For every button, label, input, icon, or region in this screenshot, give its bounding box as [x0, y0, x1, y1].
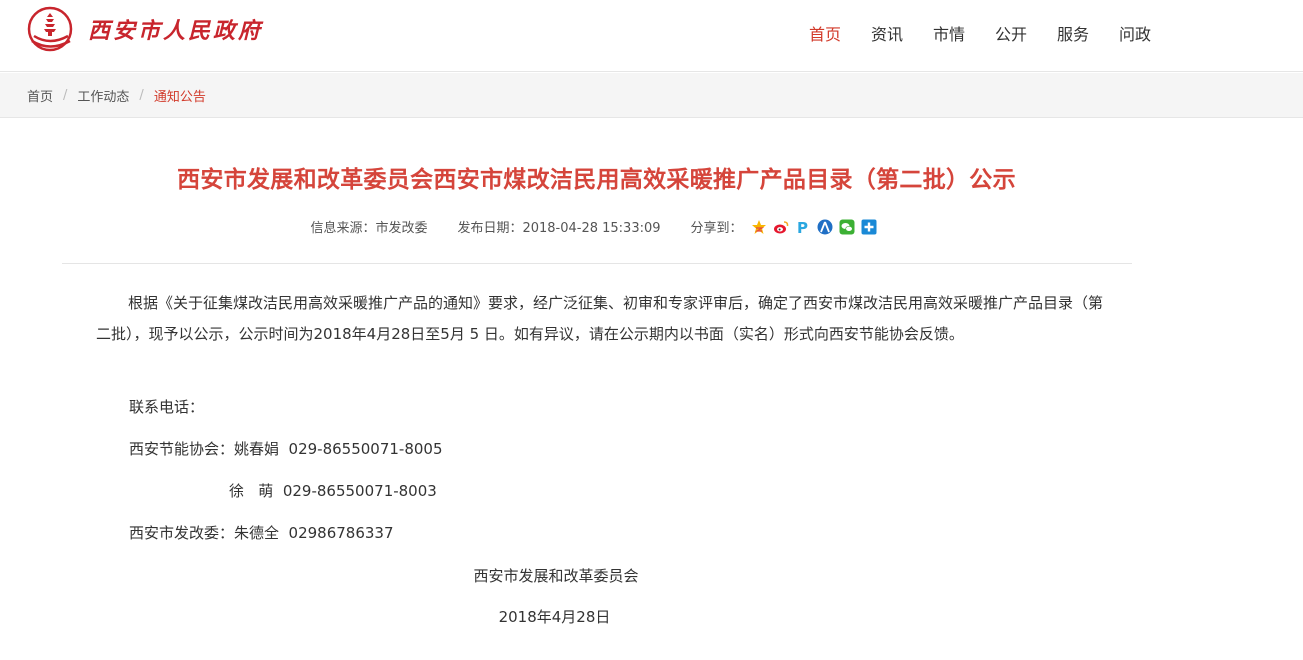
- main-nav: 首页 资讯 市情 公开 服务 问政: [794, 0, 1166, 70]
- breadcrumb-work-news[interactable]: 工作动态: [77, 86, 129, 105]
- article-source: 信息来源：市发改委: [310, 221, 428, 236]
- contact-ndrc: 西安市发改委：朱德全 02986786337: [129, 524, 394, 542]
- article-title: 西安市发展和改革委员会西安市煤改洁民用高效采暖推广产品目录（第二批）公示: [177, 167, 1016, 193]
- qzone-icon[interactable]: [751, 219, 767, 235]
- breadcrumb-home[interactable]: 首页: [27, 86, 53, 105]
- city-emblem-icon: [27, 6, 73, 52]
- contact-energy-association-2: 徐 萌 029-86550071-8003: [229, 482, 437, 500]
- contact-label: 联系电话：: [129, 398, 205, 416]
- nav-item-city-info[interactable]: 市情: [918, 0, 980, 70]
- site-name: 西安市人民政府: [88, 18, 264, 44]
- article-body: 根据《关于征集煤改洁民用高效采暖推广产品的通知》要求，经广泛征集、初审和专家评审…: [96, 288, 1106, 626]
- nav-item-news[interactable]: 资讯: [856, 0, 918, 70]
- signature: 西安市发展和改革委员会: [473, 567, 639, 585]
- pengyou-icon[interactable]: P: [795, 219, 811, 235]
- renren-icon[interactable]: [817, 219, 833, 235]
- wechat-icon[interactable]: [839, 219, 855, 235]
- breadcrumb: 首页 / 工作动态 / 通知公告: [27, 73, 206, 118]
- svg-text:P: P: [797, 219, 808, 235]
- breadcrumb-separator: /: [63, 88, 68, 103]
- nav-item-home[interactable]: 首页: [794, 0, 856, 70]
- sign-date: 2018年4月28日: [498, 608, 611, 626]
- contact-energy-association-1: 西安节能协会：姚春娟 029-86550071-8005: [129, 440, 443, 458]
- breadcrumb-bar: 首页 / 工作动态 / 通知公告: [0, 73, 1303, 118]
- breadcrumb-notices[interactable]: 通知公告: [154, 86, 206, 105]
- breadcrumb-separator: /: [139, 88, 144, 103]
- share-label: 分享到：: [690, 221, 743, 236]
- nav-item-service[interactable]: 服务: [1042, 0, 1104, 70]
- nav-item-public[interactable]: 公开: [980, 0, 1042, 70]
- content-divider: [62, 263, 1132, 264]
- article-date: 发布日期：2018-04-28 15:33:09: [457, 221, 661, 236]
- article-meta: 信息来源：市发改委 发布日期：2018-04-28 15:33:09 分享到： …: [0, 217, 1193, 236]
- article-intro-paragraph: 根据《关于征集煤改洁民用高效采暖推广产品的通知》要求，经广泛征集、初审和专家评审…: [96, 294, 1104, 343]
- weibo-icon[interactable]: [773, 219, 789, 235]
- site-header: 西安市人民政府 首页 资讯 市情 公开 服务 问政: [0, 0, 1303, 72]
- site-logo[interactable]: 西安市人民政府: [26, 6, 263, 52]
- share-icons: P: [751, 219, 883, 235]
- nav-item-inquiry[interactable]: 问政: [1104, 0, 1166, 70]
- more-share-icon[interactable]: [861, 219, 877, 235]
